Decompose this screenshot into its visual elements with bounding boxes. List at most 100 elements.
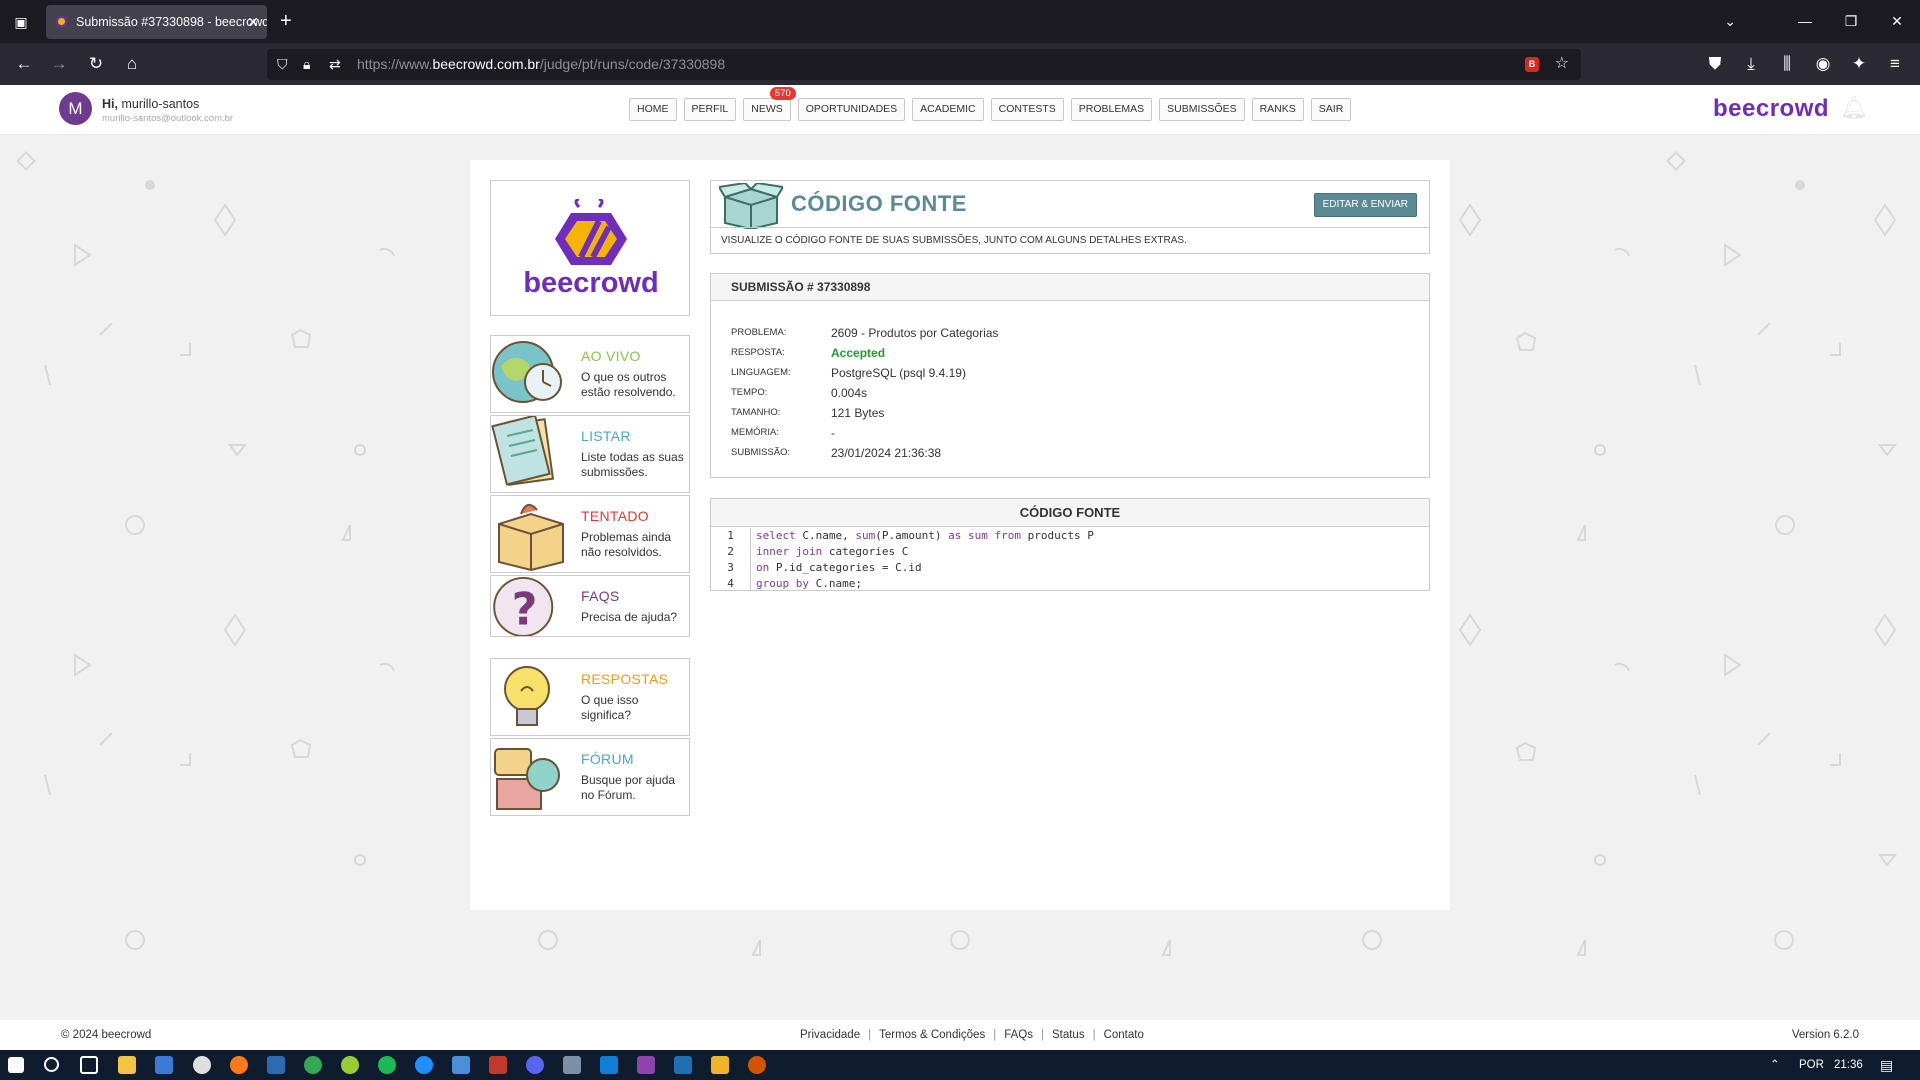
download-icon[interactable]: ⤓: [1739, 52, 1763, 76]
start-icon[interactable]: [8, 1057, 24, 1073]
footer-link-termos[interactable]: Termos & Condições: [871, 1020, 993, 1050]
restore-icon[interactable]: ❐: [1828, 0, 1874, 43]
clock[interactable]: 21:36: [1834, 1050, 1863, 1080]
visual-studio-icon[interactable]: [637, 1056, 655, 1074]
username[interactable]: murillo-santos: [121, 97, 199, 111]
extension-icon[interactable]: B: [1525, 57, 1539, 72]
sidebar-item-listar[interactable]: LISTAR Liste todas as suas submissões.: [490, 415, 690, 493]
close-tab-icon[interactable]: ✕: [247, 5, 259, 39]
media-player-icon[interactable]: [193, 1056, 211, 1074]
notifications-icon[interactable]: ▤: [1880, 1050, 1893, 1080]
xbox-icon[interactable]: [341, 1056, 359, 1074]
firefox-icon[interactable]: [230, 1056, 248, 1074]
code-text[interactable]: select C.name, sum(P.amount) as sum from…: [756, 528, 1094, 544]
home-icon[interactable]: ⌂: [120, 52, 144, 76]
code-text[interactable]: inner join categories C: [756, 544, 908, 560]
footer-link-contato[interactable]: Contato: [1096, 1020, 1152, 1050]
chat-bubbles-icon: [494, 748, 560, 810]
back-icon[interactable]: ←: [12, 52, 36, 76]
beecrowd-logo[interactable]: beecrowd: [490, 180, 690, 316]
outlook-icon[interactable]: [674, 1056, 692, 1074]
code-text[interactable]: group by C.name;: [756, 576, 862, 592]
mail-icon[interactable]: [267, 1056, 285, 1074]
question-icon: ?: [493, 576, 554, 636]
game-icon[interactable]: [489, 1056, 507, 1074]
close-window-icon[interactable]: ✕: [1874, 0, 1920, 43]
keyboard-icon[interactable]: [563, 1056, 581, 1074]
vscode-icon[interactable]: [600, 1056, 618, 1074]
spotify-icon[interactable]: [378, 1056, 396, 1074]
bee-logo-icon: [555, 199, 627, 265]
menu-item-oportunidades[interactable]: OPORTUNIDADES: [797, 98, 906, 121]
library-icon[interactable]: ⫼: [1775, 52, 1799, 76]
new-tab-icon[interactable]: +: [280, 10, 292, 32]
url-bar[interactable]: ⛉ 🔒︎ ⇄ https://www.beecrowd.com.br/judge…: [267, 49, 1581, 80]
store-icon[interactable]: [155, 1056, 173, 1074]
permissions-icon[interactable]: ⇄: [329, 53, 341, 75]
sidebar-item-tentado[interactable]: TENTADO Problemas ainda não resolvidos.: [490, 495, 690, 573]
shield-icon[interactable]: ⛉: [277, 53, 288, 75]
line-number: 3: [711, 560, 751, 576]
search-icon[interactable]: [44, 1057, 59, 1072]
discord-icon[interactable]: [526, 1056, 544, 1074]
language-indicator[interactable]: POR: [1799, 1050, 1824, 1080]
sidebar-item-ao-vivo[interactable]: AO VIVO O que os outros estão resolvendo…: [490, 335, 690, 413]
tab-list-icon[interactable]: ▣: [10, 11, 32, 33]
sidebar-item-forum[interactable]: FÓRUM Busque por ajuda no Fórum.: [490, 738, 690, 816]
edge-icon[interactable]: [415, 1056, 433, 1074]
extensions-icon[interactable]: ✦: [1847, 52, 1871, 76]
menu-item-sair[interactable]: SAIR: [1310, 98, 1352, 121]
task-view-icon[interactable]: [80, 1056, 98, 1074]
menu-item-perfil[interactable]: PERFIL: [683, 98, 737, 121]
avatar[interactable]: M: [59, 92, 92, 125]
footer-link-status[interactable]: Status: [1044, 1020, 1093, 1050]
photos-icon[interactable]: [452, 1056, 470, 1074]
footer-link-faqs[interactable]: FAQs: [996, 1020, 1041, 1050]
tab-title: Submissão #37330898 - beecrowd: [76, 15, 267, 29]
brand-logo[interactable]: beecrowd: [1713, 95, 1829, 123]
menu-item-academic[interactable]: ACADEMIC: [912, 98, 984, 121]
copyright: © 2024 beecrowd: [61, 1029, 152, 1041]
menu-item-ranks[interactable]: RANKS: [1251, 98, 1304, 121]
url-text[interactable]: https://www.beecrowd.com.br/judge/pt/run…: [357, 49, 725, 80]
chrome-icon[interactable]: [304, 1056, 322, 1074]
reload-icon[interactable]: ↻: [84, 52, 108, 76]
menu-item-submissoes[interactable]: SUBMISSÕES: [1159, 98, 1245, 121]
logo-text: beecrowd: [523, 267, 659, 299]
menu-icon[interactable]: ≡: [1883, 52, 1907, 76]
line-number: 1: [711, 528, 751, 544]
pocket-icon[interactable]: ⛊: [1703, 52, 1727, 76]
forward-icon[interactable]: →: [47, 52, 71, 76]
main-card: beecrowd AO VIVO O que os outros estão r…: [470, 160, 1450, 910]
file-explorer-icon[interactable]: [118, 1056, 136, 1074]
menu-item-news[interactable]: NEWS 570: [743, 87, 796, 121]
menu-item-problemas[interactable]: PROBLEMAS: [1070, 98, 1153, 121]
globe-clock-icon: [492, 341, 562, 403]
favicon-icon: [56, 16, 67, 27]
browser-tab-active[interactable]: Submissão #37330898 - beecrowd ✕: [46, 5, 267, 39]
code-line: 3 on P.id_categories = C.id: [711, 560, 1429, 576]
problem-link[interactable]: 2609 - Produtos por Categorias: [831, 326, 998, 340]
app-icon[interactable]: [748, 1056, 766, 1074]
menu-item-home[interactable]: HOME: [629, 98, 677, 121]
page-viewport: M Hi, murillo-santos murillo-santos@outl…: [0, 85, 1920, 1050]
edit-submit-button[interactable]: EDITAR & ENVIAR: [1313, 193, 1417, 217]
chevron-down-icon[interactable]: ⌄: [1724, 0, 1736, 43]
windows-taskbar: ⌃ POR 21:36 ▤: [0, 1050, 1920, 1080]
svg-text:?: ?: [512, 584, 538, 635]
tray-chevron-icon[interactable]: ⌃: [1770, 1050, 1780, 1080]
bookmark-star-icon[interactable]: ☆: [1555, 53, 1569, 73]
sidebar-item-faqs[interactable]: ? FAQS Precisa de ajuda?: [490, 575, 690, 637]
submission-details-panel: SUBMISSÃO # 37330898 PROBLEMA: 2609 - Pro…: [710, 273, 1430, 478]
account-icon[interactable]: ◉: [1811, 52, 1835, 76]
minimize-icon[interactable]: —: [1782, 0, 1828, 43]
version-label: Version 6.2.0: [1791, 1029, 1859, 1041]
menu-item-contests[interactable]: CONTESTS: [990, 98, 1064, 121]
bell-icon[interactable]: 🔔︎: [1840, 95, 1868, 121]
sidebar-item-respostas[interactable]: RESPOSTAS O que isso significa?: [490, 658, 690, 736]
site-header: M Hi, murillo-santos murillo-santos@outl…: [0, 85, 1920, 135]
lock-icon[interactable]: 🔒︎: [303, 53, 310, 75]
code-text[interactable]: on P.id_categories = C.id: [756, 560, 922, 576]
footer-link-privacidade[interactable]: Privacidade: [792, 1020, 868, 1050]
app-icon[interactable]: [711, 1056, 729, 1074]
